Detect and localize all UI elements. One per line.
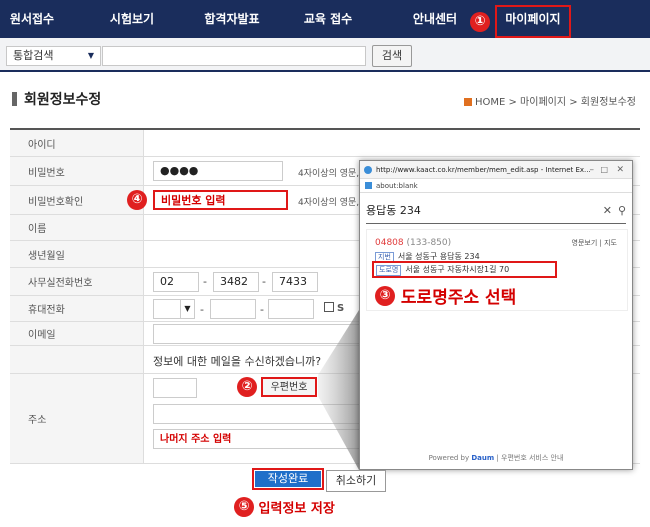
jibun-address: 서울 성동구 용답동 234 [397,252,480,261]
zipcode-new: 04808 [375,238,404,248]
zipcode-popup-window: http://www.kaact.co.kr/member/mem_edit.a… [359,160,633,470]
dash: - [200,303,204,316]
popup-search-field[interactable]: 용답동 234 ✕ ⚲ [366,201,626,221]
footer-powered: Powered by [428,454,470,462]
maximize-icon[interactable]: □ [600,161,608,178]
road-tag: 도로명 [376,265,402,276]
sms-label: S [337,303,345,314]
title-bullet [12,92,17,106]
popup-titlebar: http://www.kaact.co.kr/member/mem_edit.a… [360,161,632,179]
save-callout: ⑤ 입력정보 저장 [234,497,335,517]
mobile-line[interactable] [268,299,314,319]
label-name: 이름 [10,215,144,240]
search-input[interactable] [102,46,366,66]
road-address: 서울 성동구 자동차시장1길 70 [405,265,510,274]
popup-footer: Powered by Daum | 우편번호 서비스 안내 [360,453,632,463]
password-note: 4자이상의 영문, [298,169,360,179]
save-callout-text: 입력정보 저장 [258,501,335,517]
mobile-prefix[interactable] [210,299,256,319]
address-line2-field[interactable]: 나머지 주소 입력 [153,429,363,449]
cancel-button[interactable]: 취소하기 [326,470,386,492]
mobile-carrier-select[interactable]: ▼ [153,299,195,319]
breadcrumb-text: HOME > 마이페이지 > 회원정보수정 [474,97,636,108]
dash: - [262,275,266,288]
clear-icon[interactable]: ✕ [603,201,612,221]
minimize-icon[interactable]: – [590,161,595,178]
page-icon [365,182,372,189]
road-select-text: 도로명주소 선택 [400,288,517,308]
address-line1-field[interactable] [153,404,363,424]
password-confirm-note: 4자이상의 영문, [298,198,360,208]
dash: - [260,303,264,316]
office-phone-prefix[interactable]: 3482 [213,272,259,292]
result-zip-line: 04808 (133-850) [375,238,451,248]
address-result-item[interactable]: 04808 (133-850) 영문보기 | 지도 지번 서울 성동구 용답동 2… [366,229,628,311]
nav-item-results[interactable]: 합격자발표 [195,0,269,38]
nav-item-application[interactable]: 원서접수 [0,0,64,38]
result-actions[interactable]: 영문보기 | 지도 [572,238,617,248]
home-icon [463,98,472,106]
popup-window-title: http://www.kaact.co.kr/member/mem_edit.a… [376,166,591,174]
dash: - [203,275,207,288]
nav-item-info-center[interactable]: 안내센터 [398,0,472,38]
label-office-phone: 사무실전화번호 [10,268,144,295]
label-address: 주소 [10,374,144,463]
step-1-marker: ① [470,12,490,32]
ie-icon [364,166,372,174]
email-field[interactable] [153,324,363,344]
label-id: 아이디 [10,130,144,156]
row-id: 아이디 [10,130,640,157]
office-phone-area[interactable]: 02 [153,272,199,292]
step-5-marker: ⑤ [234,497,254,517]
road-address-line[interactable]: 도로명 서울 성동구 자동차시장1길 70 [372,261,557,278]
label-email: 이메일 [10,322,144,345]
footer-service[interactable]: | 우편번호 서비스 안내 [496,454,563,462]
mypage-highlight [495,5,571,38]
label-mobile: 휴대전화 [10,296,144,321]
email-consent-question: 정보에 대한 메일을 수신하겠습니까? [153,355,322,368]
popup-address-text: about:blank [376,182,418,190]
chevron-down-icon: ▼ [180,300,194,318]
label-blank [10,346,144,373]
password-confirm-callout: 비밀번호 입력 [161,194,226,207]
submit-button[interactable]: 작성완료 [255,471,321,487]
zipcode-button[interactable]: 우편번호 [261,377,317,397]
password-confirm-field[interactable]: 비밀번호 입력 [153,190,288,210]
search-button[interactable]: 검색 [372,45,412,67]
chevron-down-icon: ▼ [87,51,94,60]
address-callout: 나머지 주소 입력 [160,434,232,445]
breadcrumb: HOME > 마이페이지 > 회원정보수정 [463,93,636,108]
search-underline [366,223,626,224]
nav-item-education[interactable]: 교육 접수 [296,0,360,38]
step-4-marker: ④ [127,190,147,210]
password-field[interactable]: ●●●● [153,161,283,181]
sms-checkbox[interactable] [324,302,334,312]
search-scope-select[interactable]: 통합검색 ▼ [6,46,101,66]
nav-item-exam[interactable]: 시험보기 [100,0,164,38]
popup-search-text: 용답동 234 [366,204,421,217]
popup-address-bar: about:blank [360,179,632,193]
label-password-confirm: 비밀번호확인 [10,186,144,214]
search-icon[interactable]: ⚲ [618,201,626,221]
zipcode-field[interactable] [153,378,197,398]
page-title: 회원정보수정 [24,92,102,108]
submit-highlight: 작성완료 [252,468,324,490]
step-3-marker: ③ [375,285,395,306]
search-bar: 통합검색 ▼ 검색 [0,38,650,72]
close-icon[interactable]: ✕ [616,161,624,178]
label-password: 비밀번호 [10,157,144,185]
label-birthdate: 생년월일 [10,241,144,267]
step-2-marker: ② [237,377,257,397]
office-phone-line[interactable]: 7433 [272,272,318,292]
road-select-callout: ③ 도로명주소 선택 [375,283,516,308]
search-scope-label: 통합검색 [13,49,54,62]
daum-logo: Daum [471,454,495,462]
zipcode-old: (133-850) [406,238,452,248]
